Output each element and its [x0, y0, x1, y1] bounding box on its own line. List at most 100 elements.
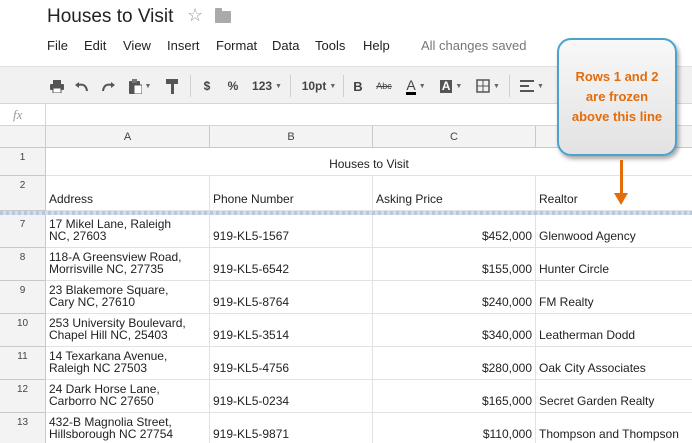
cell-text: Secret Garden Realty: [539, 394, 655, 408]
header-cell-phone[interactable]: Phone Number: [210, 176, 373, 211]
price-cell[interactable]: $110,000: [373, 413, 536, 443]
sheet-title: Houses to Visit: [329, 157, 409, 171]
menu-data[interactable]: Data: [272, 38, 299, 53]
cell-text: Thompson and Thompson: [539, 427, 679, 441]
cell-text: 919-KL5-6542: [213, 262, 290, 276]
row-header[interactable]: 7: [0, 215, 46, 248]
address-cell[interactable]: 17 Mikel Lane, Raleigh NC, 27603: [46, 215, 210, 248]
cell-text: Oak City Associates: [539, 361, 646, 375]
fill-color-button[interactable]: A ▼: [436, 76, 466, 96]
realtor-cell[interactable]: Thompson and Thompson: [536, 413, 692, 443]
chevron-down-icon: ▼: [329, 82, 337, 90]
phone-cell[interactable]: 919-KL5-1567: [210, 215, 373, 248]
phone-cell[interactable]: 919-KL5-8764: [210, 281, 373, 314]
paste-icon[interactable]: ▼: [125, 76, 155, 96]
cell-text: $280,000: [481, 361, 532, 375]
address-cell[interactable]: 118-A Greensview Road, Morrisville NC, 27…: [46, 248, 210, 281]
header-cell-address[interactable]: Address: [46, 176, 210, 211]
price-cell[interactable]: $452,000: [373, 215, 536, 248]
menu-edit[interactable]: Edit: [84, 38, 106, 53]
align-button[interactable]: ▼: [516, 76, 548, 96]
menu-insert[interactable]: Insert: [167, 38, 200, 53]
folder-icon[interactable]: [215, 8, 231, 23]
phone-cell[interactable]: 919-KL5-6542: [210, 248, 373, 281]
cell-text: $240,000: [481, 295, 532, 309]
menu-tools[interactable]: Tools: [315, 38, 345, 53]
address-cell[interactable]: 432-B Magnolia Street, Hillsborough NC 27…: [46, 413, 210, 443]
column-header-b[interactable]: B: [210, 126, 373, 148]
cell-text: Address: [49, 192, 94, 206]
cell-text: $452,000: [481, 229, 532, 243]
percent-format-button[interactable]: %: [224, 76, 242, 96]
realtor-cell[interactable]: Glenwood Agency: [536, 215, 692, 248]
cell-text: Cary NC, 27610: [49, 295, 136, 309]
header-cell-price[interactable]: Asking Price: [373, 176, 536, 211]
cell-text: Hillsborough NC 27754: [49, 427, 174, 441]
column-header-c[interactable]: C: [373, 126, 536, 148]
realtor-cell[interactable]: Oak City Associates: [536, 347, 692, 380]
row-header[interactable]: 10: [0, 314, 46, 347]
price-cell[interactable]: $155,000: [373, 248, 536, 281]
document-title[interactable]: Houses to Visit: [47, 6, 173, 28]
menu-format[interactable]: Format: [216, 38, 257, 53]
cell-text: $110,000: [482, 427, 532, 441]
price-cell[interactable]: $280,000: [373, 347, 536, 380]
borders-icon: [476, 79, 490, 93]
bold-button[interactable]: B: [350, 76, 366, 96]
row-header[interactable]: 12: [0, 380, 46, 413]
realtor-cell[interactable]: Hunter Circle: [536, 248, 692, 281]
row-header[interactable]: 2: [0, 176, 46, 211]
cell-text: Phone Number: [213, 192, 294, 206]
realtor-cell[interactable]: FM Realty: [536, 281, 692, 314]
cell-text: NC, 27603: [49, 229, 107, 243]
realtor-cell[interactable]: Secret Garden Realty: [536, 380, 692, 413]
font-size-dropdown[interactable]: 10pt ▼: [295, 76, 343, 96]
undo-icon[interactable]: [73, 76, 91, 96]
strikethrough-button[interactable]: Abc: [373, 76, 395, 96]
price-cell[interactable]: $165,000: [373, 380, 536, 413]
cell-text: Carborro NC 27650: [49, 394, 154, 408]
redo-icon[interactable]: [99, 76, 117, 96]
menu-view[interactable]: View: [123, 38, 151, 53]
borders-button[interactable]: ▼: [472, 76, 504, 96]
phone-cell[interactable]: 919-KL5-4756: [210, 347, 373, 380]
menu-help[interactable]: Help: [363, 38, 390, 53]
cell-text: $165,000: [481, 394, 532, 408]
row-header[interactable]: 11: [0, 347, 46, 380]
star-icon[interactable]: ☆: [187, 5, 203, 26]
text-color-button[interactable]: A ▼: [398, 76, 434, 96]
cell-text: Morrisville NC, 27735: [49, 262, 164, 276]
realtor-cell[interactable]: Leatherman Dodd: [536, 314, 692, 347]
menu-file[interactable]: File: [47, 38, 68, 53]
row-header[interactable]: 8: [0, 248, 46, 281]
cell-text: Leatherman Dodd: [539, 328, 636, 342]
phone-cell[interactable]: 919-KL5-0234: [210, 380, 373, 413]
select-all-corner[interactable]: [0, 126, 48, 148]
currency-format-button[interactable]: $: [199, 76, 215, 96]
print-icon[interactable]: [48, 76, 66, 96]
phone-cell[interactable]: 919-KL5-9871: [210, 413, 373, 443]
fx-icon: fx: [13, 107, 23, 122]
number-format-dropdown[interactable]: 123 ▼: [247, 76, 287, 96]
address-cell[interactable]: 253 University Boulevard, Chapel Hill NC,…: [46, 314, 210, 347]
cell-text: $155,000: [481, 262, 532, 276]
column-header-a[interactable]: A: [46, 126, 210, 148]
paint-format-icon[interactable]: [163, 76, 181, 96]
price-cell[interactable]: $340,000: [373, 314, 536, 347]
spreadsheet-grid: A B C 1 Houses to Visit 2 Address Phone …: [0, 126, 692, 443]
cell-text: Chapel Hill NC, 25403: [49, 328, 168, 342]
text-color-icon: A: [406, 76, 416, 95]
row-header[interactable]: 13: [0, 413, 46, 443]
address-cell[interactable]: 23 Blakemore Square, Cary NC, 27610: [46, 281, 210, 314]
phone-cell[interactable]: 919-KL5-3514: [210, 314, 373, 347]
row-header[interactable]: 1: [0, 148, 46, 176]
cell-text: $340,000: [481, 328, 532, 342]
row-header[interactable]: 9: [0, 281, 46, 314]
cell-text: Raleigh NC 27503: [49, 361, 148, 375]
address-cell[interactable]: 24 Dark Horse Lane, Carborro NC 27650: [46, 380, 210, 413]
number-format-label: 123: [252, 79, 273, 93]
arrow-down-icon: [620, 160, 623, 195]
address-cell[interactable]: 14 Texarkana Avenue, Raleigh NC 27503: [46, 347, 210, 380]
price-cell[interactable]: $240,000: [373, 281, 536, 314]
cell-text: FM Realty: [539, 295, 594, 309]
